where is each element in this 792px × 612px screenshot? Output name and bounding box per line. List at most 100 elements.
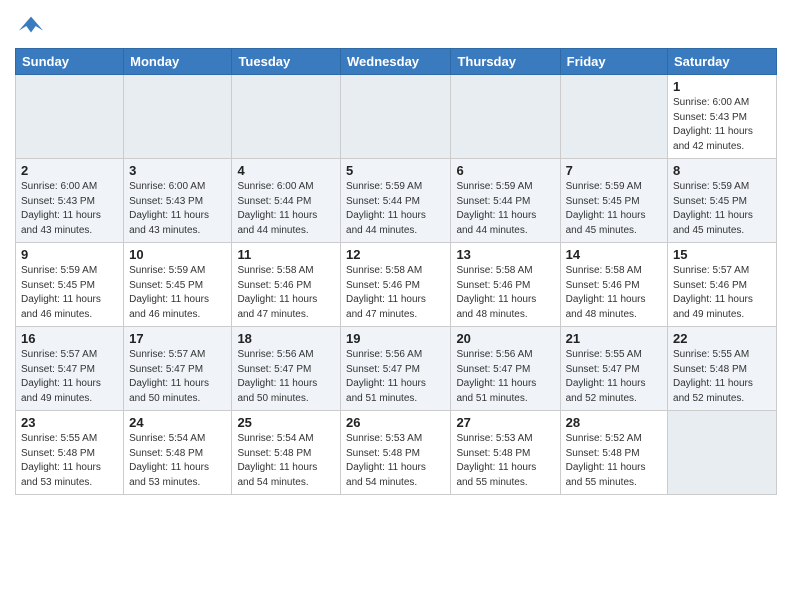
calendar-header-row: Sunday Monday Tuesday Wednesday Thursday… — [16, 49, 777, 75]
day-info: Sunrise: 5:59 AM Sunset: 5:44 PM Dayligh… — [456, 180, 554, 238]
day-number: 27 — [456, 415, 554, 430]
table-cell: 2 Sunrise: 6:00 AM Sunset: 5:43 PM Daylig… — [16, 159, 124, 243]
day-number: 16 — [21, 331, 118, 346]
day-info: Sunrise: 5:59 AM Sunset: 5:44 PM Dayligh… — [346, 180, 445, 238]
col-saturday: Saturday — [668, 49, 777, 75]
day-number: 20 — [456, 331, 554, 346]
day-info: Sunrise: 5:53 AM Sunset: 5:48 PM Dayligh… — [456, 432, 554, 490]
table-cell: 23 Sunrise: 5:55 AM Sunset: 5:48 PM Dayli… — [16, 411, 124, 495]
table-cell — [232, 75, 341, 159]
table-cell: 9Sunrise: 5:59 AM Sunset: 5:45 PM Daylig… — [16, 243, 124, 327]
day-number: 22 — [673, 331, 771, 346]
day-number: 6 — [456, 163, 554, 178]
day-info: Sunrise: 5:52 AM Sunset: 5:48 PM Dayligh… — [566, 432, 662, 490]
col-wednesday: Wednesday — [341, 49, 451, 75]
table-cell — [16, 75, 124, 159]
day-number: 13 — [456, 247, 554, 262]
table-cell: 19 Sunrise: 5:56 AM Sunset: 5:47 PM Dayli… — [341, 327, 451, 411]
day-number: 1 — [673, 79, 771, 94]
table-cell: 16 Sunrise: 5:57 AM Sunset: 5:47 PM Dayli… — [16, 327, 124, 411]
calendar-week-row: 23 Sunrise: 5:55 AM Sunset: 5:48 PM Dayli… — [16, 411, 777, 495]
table-cell: 15 Sunrise: 5:57 AM Sunset: 5:46 PM Dayli… — [668, 243, 777, 327]
table-cell: 11 Sunrise: 5:58 AM Sunset: 5:46 PM Dayli… — [232, 243, 341, 327]
table-cell: 22 Sunrise: 5:55 AM Sunset: 5:48 PM Dayli… — [668, 327, 777, 411]
day-info: Sunrise: 5:57 AM Sunset: 5:46 PM Dayligh… — [673, 264, 771, 322]
day-number: 14 — [566, 247, 662, 262]
day-number: 5 — [346, 163, 445, 178]
table-cell — [560, 75, 667, 159]
day-info: Sunrise: 5:55 AM Sunset: 5:48 PM Dayligh… — [673, 348, 771, 406]
day-info: Sunrise: 5:55 AM Sunset: 5:48 PM Dayligh… — [21, 432, 118, 490]
day-info: Sunrise: 6:00 AM Sunset: 5:43 PM Dayligh… — [129, 180, 226, 238]
day-number: 7 — [566, 163, 662, 178]
col-friday: Friday — [560, 49, 667, 75]
day-info: Sunrise: 5:59 AM Sunset: 5:45 PM Dayligh… — [673, 180, 771, 238]
table-cell: 12Sunrise: 5:58 AM Sunset: 5:46 PM Dayli… — [341, 243, 451, 327]
col-sunday: Sunday — [16, 49, 124, 75]
calendar-week-row: 2 Sunrise: 6:00 AM Sunset: 5:43 PM Daylig… — [16, 159, 777, 243]
table-cell: 20 Sunrise: 5:56 AM Sunset: 5:47 PM Dayli… — [451, 327, 560, 411]
table-cell: 13 Sunrise: 5:58 AM Sunset: 5:46 PM Dayli… — [451, 243, 560, 327]
logo-bird-icon — [17, 12, 45, 40]
calendar-week-row: 9 Sunrise: 5:59 AM Sunset: 5:45 PM Daylig… — [16, 243, 777, 327]
table-cell: 14 Sunrise: 5:58 AM Sunset: 5:46 PM Dayli… — [560, 243, 667, 327]
day-number: 23 — [21, 415, 118, 430]
day-info: Sunrise: 5:57 AM Sunset: 5:47 PM Dayligh… — [129, 348, 226, 406]
table-cell — [451, 75, 560, 159]
day-number: 10 — [129, 247, 226, 262]
calendar-table: Sunday Monday Tuesday Wednesday Thursday… — [15, 48, 777, 495]
day-info: Sunrise: 5:58 AM Sunset: 5:46 PM Dayligh… — [566, 264, 662, 322]
day-info: Sunrise: 5:58 AM Sunset: 5:46 PM Dayligh… — [346, 264, 445, 322]
col-thursday: Thursday — [451, 49, 560, 75]
day-info: Sunrise: 6:00 AM Sunset: 5:43 PM Dayligh… — [21, 180, 118, 238]
calendar-week-row: 16 Sunrise: 5:57 AM Sunset: 5:47 PM Dayli… — [16, 327, 777, 411]
page: Sunday Monday Tuesday Wednesday Thursday… — [0, 0, 792, 505]
table-cell: 26Sunrise: 5:53 AM Sunset: 5:48 PM Dayli… — [341, 411, 451, 495]
day-info: Sunrise: 5:54 AM Sunset: 5:48 PM Dayligh… — [237, 432, 335, 490]
col-tuesday: Tuesday — [232, 49, 341, 75]
table-cell: 18 Sunrise: 5:56 AM Sunset: 5:47 PM Dayli… — [232, 327, 341, 411]
table-cell: 7 Sunrise: 5:59 AM Sunset: 5:45 PM Daylig… — [560, 159, 667, 243]
table-cell: 17 Sunrise: 5:57 AM Sunset: 5:47 PM Dayli… — [124, 327, 232, 411]
day-info: Sunrise: 5:54 AM Sunset: 5:48 PM Dayligh… — [129, 432, 226, 490]
day-info: Sunrise: 5:57 AM Sunset: 5:47 PM Dayligh… — [21, 348, 118, 406]
day-info: Sunrise: 5:55 AM Sunset: 5:47 PM Dayligh… — [566, 348, 662, 406]
day-info: Sunrise: 5:56 AM Sunset: 5:47 PM Dayligh… — [346, 348, 445, 406]
day-info: Sunrise: 5:59 AM Sunset: 5:45 PM Dayligh… — [129, 264, 226, 322]
day-number: 28 — [566, 415, 662, 430]
table-cell: 6 Sunrise: 5:59 AM Sunset: 5:44 PM Daylig… — [451, 159, 560, 243]
day-info: Sunrise: 5:59 AM Sunset: 5:45 PM Dayligh… — [566, 180, 662, 238]
day-number: 24 — [129, 415, 226, 430]
table-cell: 5 Sunrise: 5:59 AM Sunset: 5:44 PM Daylig… — [341, 159, 451, 243]
table-cell — [124, 75, 232, 159]
day-info: Sunrise: 5:56 AM Sunset: 5:47 PM Dayligh… — [237, 348, 335, 406]
day-number: 2 — [21, 163, 118, 178]
day-info: Sunrise: 6:00 AM Sunset: 5:43 PM Dayligh… — [673, 96, 771, 154]
day-number: 25 — [237, 415, 335, 430]
day-info: Sunrise: 5:58 AM Sunset: 5:46 PM Dayligh… — [456, 264, 554, 322]
day-number: 21 — [566, 331, 662, 346]
day-number: 3 — [129, 163, 226, 178]
day-number: 8 — [673, 163, 771, 178]
day-info: Sunrise: 6:00 AM Sunset: 5:44 PM Dayligh… — [237, 180, 335, 238]
day-number: 18 — [237, 331, 335, 346]
calendar-week-row: 1 Sunrise: 6:00 AM Sunset: 5:43 PM Daylig… — [16, 75, 777, 159]
table-cell: 3 Sunrise: 6:00 AM Sunset: 5:43 PM Daylig… — [124, 159, 232, 243]
header — [15, 10, 777, 40]
day-info: Sunrise: 5:53 AM Sunset: 5:48 PM Dayligh… — [346, 432, 445, 490]
table-cell: 1 Sunrise: 6:00 AM Sunset: 5:43 PM Daylig… — [668, 75, 777, 159]
day-number: 11 — [237, 247, 335, 262]
table-cell: 4Sunrise: 6:00 AM Sunset: 5:44 PM Daylig… — [232, 159, 341, 243]
day-info: Sunrise: 5:58 AM Sunset: 5:46 PM Dayligh… — [237, 264, 335, 322]
day-info: Sunrise: 5:56 AM Sunset: 5:47 PM Dayligh… — [456, 348, 554, 406]
table-cell: 24 Sunrise: 5:54 AM Sunset: 5:48 PM Dayli… — [124, 411, 232, 495]
table-cell: 27 Sunrise: 5:53 AM Sunset: 5:48 PM Dayli… — [451, 411, 560, 495]
table-cell: 8 Sunrise: 5:59 AM Sunset: 5:45 PM Daylig… — [668, 159, 777, 243]
table-cell: 28 Sunrise: 5:52 AM Sunset: 5:48 PM Dayli… — [560, 411, 667, 495]
day-number: 9 — [21, 247, 118, 262]
table-cell: 21 Sunrise: 5:55 AM Sunset: 5:47 PM Dayli… — [560, 327, 667, 411]
day-number: 19 — [346, 331, 445, 346]
table-cell — [341, 75, 451, 159]
day-number: 15 — [673, 247, 771, 262]
day-number: 17 — [129, 331, 226, 346]
